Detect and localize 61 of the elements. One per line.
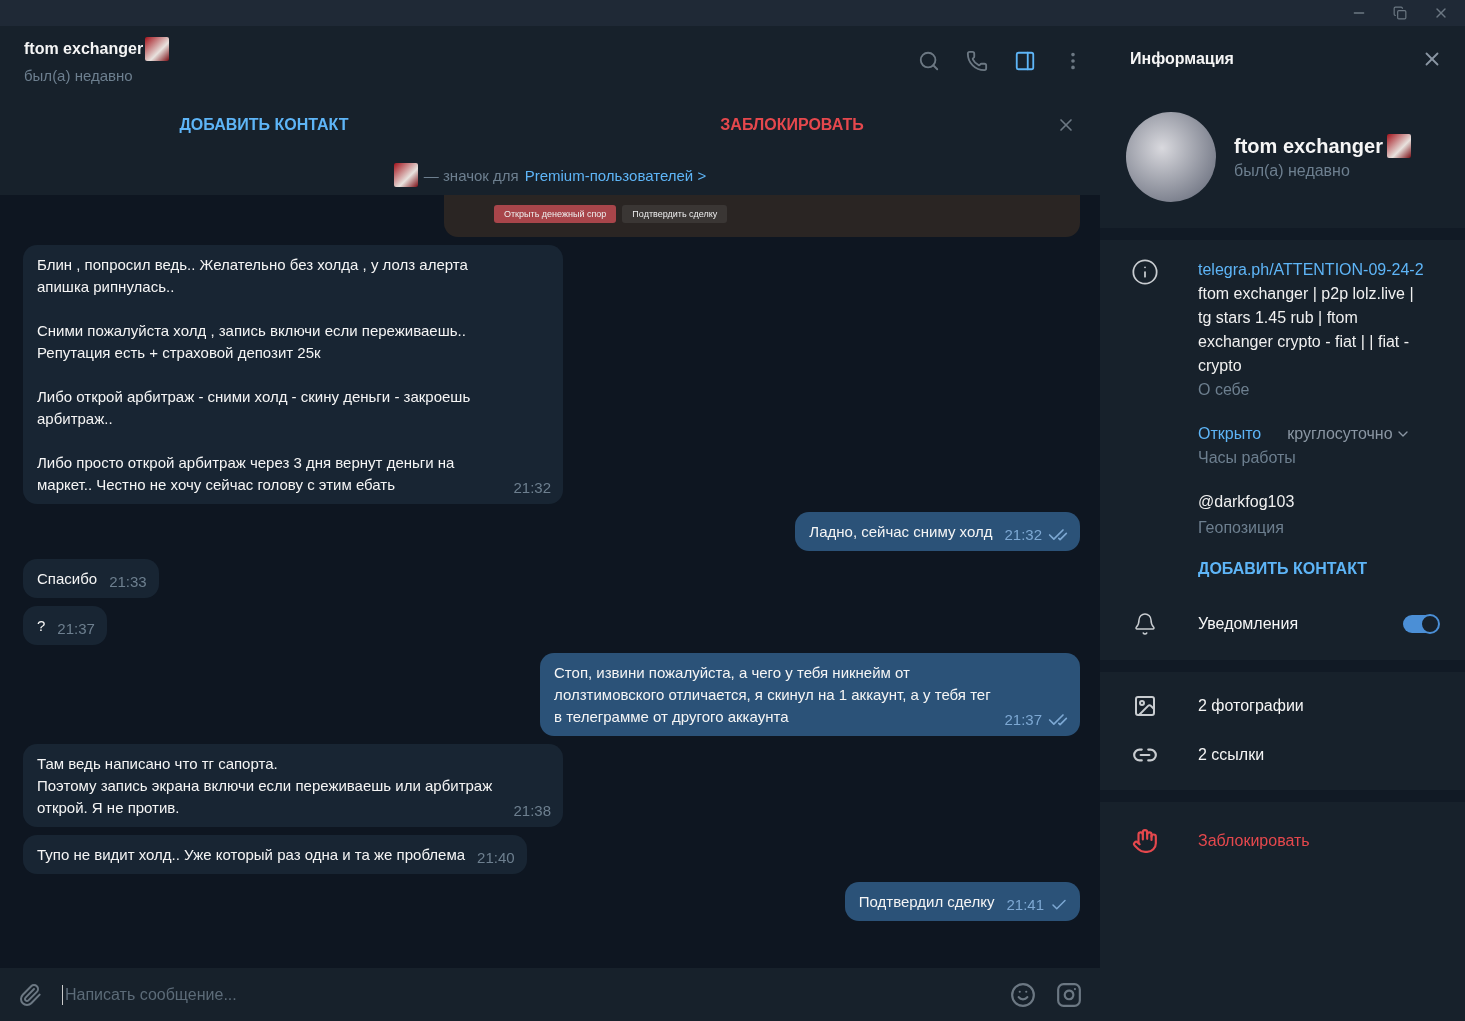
message-text: Стоп, извини пожалуйста, а чего у тебя никнейм от лолзтимовского отличается, я скинул на 1 аккаунт, а у тебя тег в телеграмме от другого аккаунта [554, 663, 992, 727]
add-contact-button[interactable]: ДОБАВИТЬ КОНТАКТ [0, 105, 528, 145]
message-time: 21:32 [513, 478, 551, 498]
message-time: 21:37 [1004, 710, 1042, 730]
emoji-status-icon [145, 37, 170, 61]
message-text: Спасибо [37, 569, 98, 589]
hours-dropdown[interactable]: круглосуточно [1287, 422, 1411, 446]
message-time: 21:38 [513, 801, 551, 821]
message-text: Либо просто открой арбитраж через 3 дня вернут деньги на маркет.. Честно не хочу сейчас голову с этим ебать [37, 453, 456, 495]
block-button[interactable]: ЗАБЛОКИРОВАТЬ [528, 105, 1056, 145]
message-time: 21:32 [1004, 525, 1042, 545]
message-text: Тупо не видит холд.. Уже который раз одна и та же проблема [37, 845, 466, 865]
phone-icon[interactable] [966, 49, 988, 72]
notifications-toggle[interactable] [1403, 615, 1439, 633]
attach-icon[interactable] [18, 982, 42, 1007]
premium-link[interactable]: Premium-пользователей > [524, 166, 707, 184]
premium-notice: — значок для [423, 166, 519, 184]
bio-text: ftom exchanger | p2p lolz.live | tg stars 1.45 rub | ftom exchanger crypto - fiat | | fiat - crypto [1198, 284, 1415, 376]
message-text: Блин , попросил ведь.. Желательно без холда , у лолз алерта апишка рипнулась.. [37, 255, 469, 297]
profile-status: был(а) недавно [1234, 162, 1351, 180]
card-button[interactable]: Открыть денежный спор [494, 205, 617, 223]
bell-icon [1133, 612, 1157, 636]
block-user-button[interactable]: Заблокировать [1198, 832, 1310, 850]
message-text: Подтвердил сделку [858, 892, 995, 912]
sidebar-toggle-icon[interactable] [1014, 49, 1036, 72]
media-link[interactable]: 2 фотографии [1198, 697, 1304, 715]
image-icon [1133, 694, 1157, 718]
profile-name: ftom exchanger [1234, 134, 1383, 158]
notifications-label: Уведомления [1198, 615, 1299, 633]
media-link[interactable]: 2 ссылки [1198, 746, 1265, 764]
hours-status[interactable]: Открыто [1198, 422, 1262, 446]
message-text: ? [37, 616, 46, 636]
panel-title: Информация [1130, 50, 1234, 68]
camera-icon[interactable] [1056, 981, 1082, 1008]
message-time: 21:40 [477, 848, 515, 868]
message-time: 21:41 [1006, 895, 1044, 915]
emoji-status-icon [393, 163, 418, 187]
add-contact-button[interactable]: ДОБАВИТЬ КОНТАКТ [1198, 560, 1428, 578]
message-field[interactable]: Написать сообщение... [62, 976, 990, 1013]
message-text: Либо открой арбитраж - сними холд - скину деньги - закроешь арбитраж.. [37, 387, 472, 429]
location-label: Геопозиция [1198, 518, 1285, 538]
restore-icon[interactable] [1393, 6, 1407, 20]
bio-label: О себе [1198, 380, 1251, 400]
info-icon [1131, 258, 1159, 286]
emoji-status-icon [1386, 134, 1411, 158]
chat-status: был(а) недавно [24, 67, 134, 84]
card-button[interactable]: Подтвердить сделку [622, 205, 728, 223]
message-text: Ладно, сейчас сниму холд [809, 522, 993, 542]
search-icon[interactable] [918, 49, 940, 72]
hand-icon [1132, 828, 1158, 854]
message-input[interactable]: Написать сообщение... [62, 984, 990, 1005]
message-time: 21:37 [57, 619, 95, 639]
message-text: Там ведь написано что тг сапорта. Поэтому запись экрана включи если переживаешь или арбитраж открой. Я не против. [37, 754, 494, 818]
message-composer[interactable]: Написать сообщение... [0, 968, 1100, 1021]
bio-link[interactable]: telegra.ph/ATTENTION-09-24-2 [1198, 258, 1428, 282]
hours-label: Часы работы [1198, 448, 1297, 468]
emoji-icon[interactable] [1010, 981, 1036, 1008]
location-text: @darkfog103 [1198, 492, 1296, 512]
message-time: 21:33 [109, 572, 147, 592]
message-text: Сними пожалуйста холд , запись включи если переживаешь.. Репутация есть + страховой депозит 25к [37, 321, 467, 363]
chat-title: ftom exchanger [24, 40, 144, 58]
